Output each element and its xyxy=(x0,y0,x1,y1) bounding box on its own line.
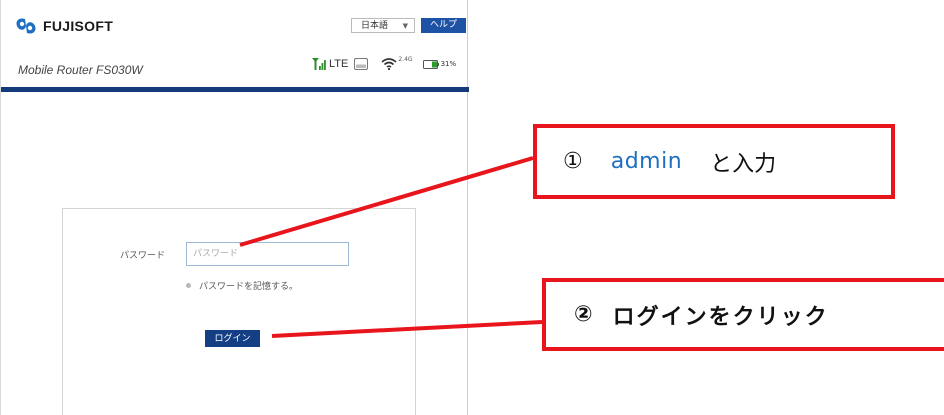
callout-step2: ② ログインをクリック xyxy=(542,278,944,351)
step2-number: ② xyxy=(574,302,595,327)
step1-number: ① xyxy=(563,149,583,174)
step1-keyword: admin xyxy=(610,149,683,174)
step2-text: ログインをクリック xyxy=(612,304,829,330)
callout-line-step1 xyxy=(239,156,534,247)
annotation-lines xyxy=(239,156,543,338)
callout-line-step2 xyxy=(271,320,543,338)
step1-text: と入力 xyxy=(710,151,777,177)
callout-step1: ① admin と入力 xyxy=(533,124,895,199)
